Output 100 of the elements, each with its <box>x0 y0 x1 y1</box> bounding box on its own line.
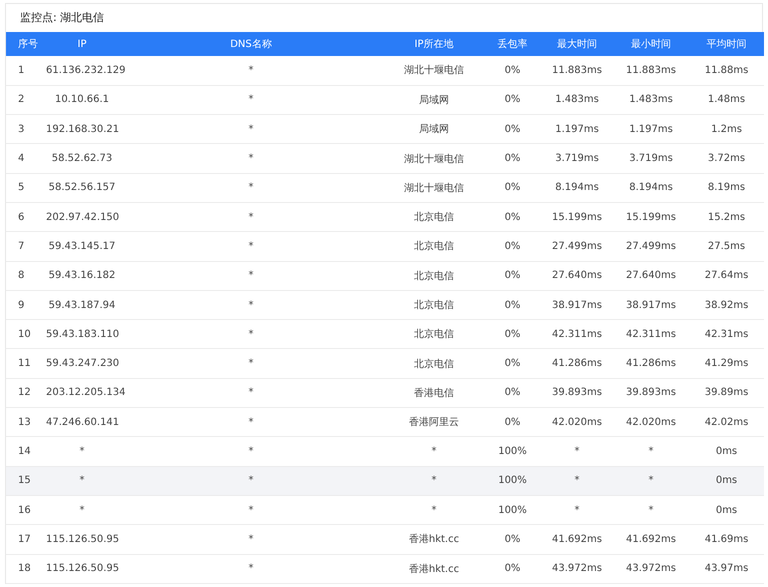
table-cell: * <box>248 240 254 252</box>
table-cell: 42.311ms <box>626 328 676 340</box>
table-cell: 12 <box>18 387 31 398</box>
table-cell: 42.020ms <box>626 416 676 428</box>
table-cell: 43.972ms <box>626 563 676 574</box>
table-cell: 59.43.145.17 <box>48 240 116 252</box>
table-cell: 115.126.50.95 <box>46 534 120 545</box>
table-cell: * <box>432 504 436 516</box>
table-cell: 17 <box>18 534 31 545</box>
column-header: 最大时间 <box>557 39 597 50</box>
table-cell: 8.194ms <box>629 182 673 194</box>
table-cell: 1.48ms <box>708 94 746 106</box>
table-cell: 41.692ms <box>552 534 602 545</box>
table-cell: 1.483ms <box>555 94 599 106</box>
column-header: 最小时间 <box>631 39 671 50</box>
table-cell: 13 <box>18 416 31 428</box>
table-cell: 10.10.66.1 <box>54 94 110 106</box>
table-cell: 15.199ms <box>552 212 602 223</box>
column-header: IP所在地 <box>414 39 454 50</box>
table-cell: * <box>248 534 254 545</box>
table-cell: 1.197ms <box>629 124 673 135</box>
table-cell: * <box>574 475 580 486</box>
table-cell: * <box>248 358 254 370</box>
table-cell: 38.92ms <box>704 300 748 311</box>
table-cell: 8.19ms <box>708 182 746 194</box>
table-cell: 局域网 <box>419 94 449 106</box>
table-cell: * <box>248 416 254 428</box>
table-cell: 27.640ms <box>626 270 676 282</box>
column-header: 序号 <box>18 39 38 50</box>
table-cell: 59.43.247.230 <box>46 358 120 370</box>
column-header: DNS名称 <box>230 39 272 50</box>
table-cell: 11.883ms <box>626 64 676 76</box>
table-cell: 0ms <box>716 446 738 457</box>
table-cell: 202.97.42.150 <box>46 212 120 223</box>
table-cell: 11.883ms <box>552 64 602 76</box>
table-cell: * <box>248 182 254 194</box>
table-cell: 15.199ms <box>626 212 676 223</box>
table-cell: * <box>432 446 436 457</box>
table-cell: 3.72ms <box>708 153 746 164</box>
table-cell: 2 <box>18 94 24 106</box>
table-cell: 北京电信 <box>414 241 454 252</box>
table-cell: * <box>574 504 580 516</box>
table-cell: 47.246.60.141 <box>46 416 120 428</box>
table-cell: 100% <box>498 504 527 516</box>
table-cell: 27.640ms <box>552 270 602 282</box>
table-cell: 115.126.50.95 <box>46 563 120 574</box>
table-cell: 41.692ms <box>626 534 676 545</box>
table-cell: * <box>80 475 84 486</box>
table-cell: 0% <box>504 64 520 76</box>
table-cell: 39.893ms <box>626 387 676 398</box>
table-cell: 11.88ms <box>704 64 748 76</box>
table-cell: 42.020ms <box>552 416 602 428</box>
table-cell: * <box>248 212 254 223</box>
table-cell: 4 <box>18 153 24 164</box>
table-cell: 16 <box>18 504 31 516</box>
column-header: 平均时间 <box>706 39 746 50</box>
table-cell: 41.69ms <box>704 534 748 545</box>
table-cell: 59.43.183.110 <box>46 328 120 340</box>
table-cell: 0ms <box>716 475 738 486</box>
table-cell: 203.12.205.134 <box>46 387 126 398</box>
table-cell: 0% <box>504 358 520 370</box>
table-cell: 1 <box>18 64 24 76</box>
table-cell: 0% <box>504 416 520 428</box>
table-cell: 北京电信 <box>414 358 454 370</box>
table-cell: 0% <box>504 270 520 282</box>
table-cell: 8 <box>18 270 24 282</box>
table-cell: 100% <box>498 475 527 486</box>
table-cell: 41.286ms <box>626 358 676 370</box>
table-cell: 3.719ms <box>629 153 673 164</box>
table-cell: 0ms <box>716 504 738 516</box>
table-cell: 10 <box>18 328 31 340</box>
table-cell: 3.719ms <box>555 153 599 164</box>
table-cell: * <box>648 446 654 457</box>
table-cell: 42.02ms <box>704 416 748 428</box>
table-cell: * <box>432 475 436 486</box>
table-cell: 0% <box>504 94 520 106</box>
table-cell: * <box>574 446 580 457</box>
table-cell: 15 <box>18 475 31 486</box>
column-header: IP <box>78 38 86 50</box>
table-cell: 38.917ms <box>552 300 602 311</box>
table-cell: 100% <box>498 446 527 457</box>
table-cell: 0% <box>504 387 520 398</box>
table-cell: * <box>248 64 254 76</box>
table-cell: 北京电信 <box>414 212 454 224</box>
table-cell: * <box>248 94 254 106</box>
table-cell: * <box>248 300 254 311</box>
table-cell: 0% <box>504 240 520 252</box>
table-cell: 局域网 <box>419 124 449 136</box>
table-cell: 1.2ms <box>711 124 742 135</box>
table-cell: 39.893ms <box>552 387 602 398</box>
table-cell: 27.5ms <box>708 240 746 252</box>
table-cell: 43.972ms <box>552 563 602 574</box>
table-cell: 8.194ms <box>555 182 599 194</box>
table-cell: * <box>248 153 254 164</box>
table-cell: 11 <box>18 358 31 370</box>
table-cell: * <box>248 475 254 486</box>
table-cell: 9 <box>18 300 24 311</box>
table-cell: 香港阿里云 <box>409 417 459 428</box>
table-cell: * <box>248 124 254 135</box>
table-cell: 27.499ms <box>626 240 676 252</box>
